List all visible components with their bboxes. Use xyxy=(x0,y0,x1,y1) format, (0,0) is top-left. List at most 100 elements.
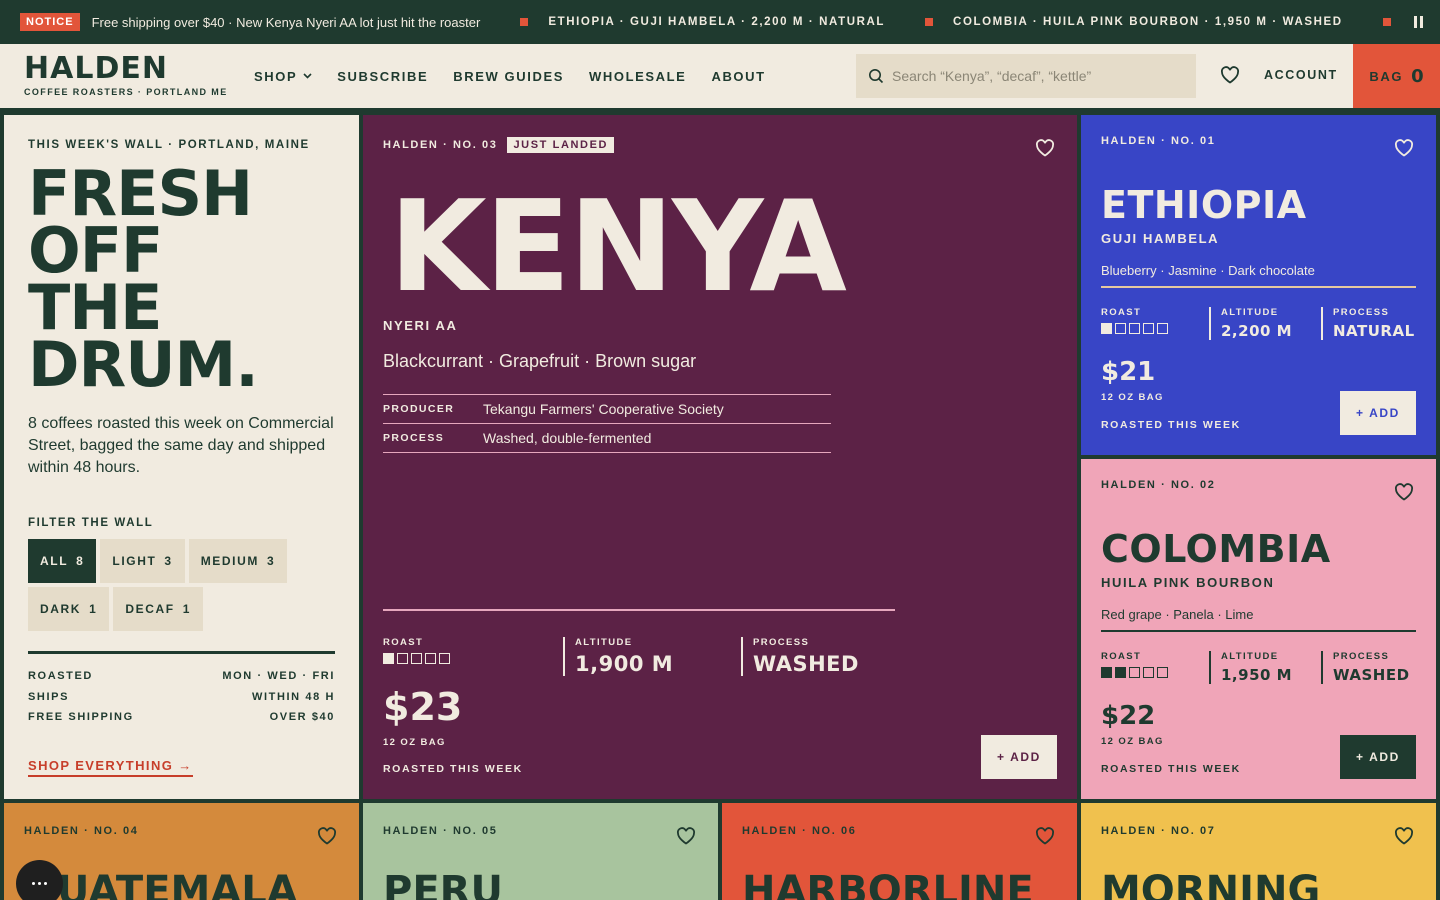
card-label: HALDEN · NO. 01 xyxy=(1101,135,1216,147)
square-bullet-icon xyxy=(520,18,529,26)
roast-meter-box xyxy=(1129,323,1140,334)
product-name: COLOMBIA xyxy=(1101,527,1331,571)
square-bullet-icon xyxy=(1382,18,1391,26)
product-price: $23 xyxy=(383,685,463,729)
card-label: HALDEN · NO. 02 xyxy=(1101,479,1216,491)
hero-panel: THIS WEEK'S WALL · PORTLAND, MAINE FRESH… xyxy=(4,115,359,799)
bag-size: 12 OZ BAG xyxy=(1101,392,1164,403)
product-subtitle: HUILA PINK BOURBON xyxy=(1101,575,1275,590)
card-label: HALDEN · NO. 03 xyxy=(383,139,498,151)
product-name: GUATEMALA xyxy=(24,868,298,900)
filter-chip-dark[interactable]: DARK 1 xyxy=(28,587,110,631)
product-name: ETHIOPIA xyxy=(1101,183,1307,227)
card-label: HALDEN · NO. 06 xyxy=(742,825,857,837)
fact-row: FREE SHIPPING OVER $40 xyxy=(28,711,335,723)
filter-chip-decaf[interactable]: DECAF 1 xyxy=(113,587,203,631)
filter-chip-all[interactable]: ALL 8 xyxy=(28,539,97,583)
filter-chip-medium[interactable]: MEDIUM 3 xyxy=(188,539,288,583)
nav-wholesale[interactable]: WHOLESALE xyxy=(589,69,686,84)
chevron-down-icon xyxy=(303,73,312,79)
filter-chip-light[interactable]: LIGHT 3 xyxy=(100,539,185,583)
roast-meter xyxy=(383,653,541,664)
product-subtitle: GUJI HAMBELA xyxy=(1101,231,1220,246)
product-card-morning[interactable]: HALDEN · NO. 07 MORNING xyxy=(1081,803,1436,900)
roasted-status: ROASTED THIS WEEK xyxy=(1101,763,1241,775)
card-label: HALDEN · NO. 07 xyxy=(1101,825,1216,837)
fact-row: ROASTED MON · WED · FRI xyxy=(28,670,335,682)
add-to-bag-button[interactable]: + ADD xyxy=(1340,391,1416,435)
product-subtitle: NYERI AA xyxy=(383,318,458,333)
heart-icon[interactable] xyxy=(676,827,696,845)
spec-row: ROAST ALTITUDE 2,200 M PROCESS NATURAL xyxy=(1101,307,1436,340)
add-to-bag-button[interactable]: + ADD xyxy=(981,735,1057,779)
roast-meter-box xyxy=(439,653,450,664)
roast-meter-box xyxy=(1129,667,1140,678)
product-card-peru[interactable]: HALDEN · NO. 05 PERU xyxy=(363,803,718,900)
heart-icon[interactable] xyxy=(317,827,337,845)
fact-row: SHIPS WITHIN 48 H xyxy=(28,690,335,703)
product-name: PERU xyxy=(383,868,503,900)
roast-meter-box xyxy=(1143,667,1154,678)
detail-row: PROCESS Washed, double-fermented xyxy=(383,424,831,453)
tasting-notes: Blueberry · Jasmine · Dark chocolate xyxy=(1101,263,1315,278)
bag-size: 12 OZ BAG xyxy=(1101,736,1164,747)
ticker-item: ETHIOPIA · GUJI HAMBELA · 2,200 M · NATU… xyxy=(480,16,885,28)
add-to-bag-button[interactable]: + ADD xyxy=(1340,735,1416,779)
product-card-harborline[interactable]: HALDEN · NO. 06 HARBORLINE xyxy=(722,803,1077,900)
roast-meter-box xyxy=(1101,323,1112,334)
hero-eyebrow: THIS WEEK'S WALL · PORTLAND, MAINE xyxy=(28,139,310,151)
roast-meter-box xyxy=(397,653,408,664)
product-card-colombia[interactable]: HALDEN · NO. 02 COLOMBIA HUILA PINK BOUR… xyxy=(1081,459,1436,799)
roast-meter-box xyxy=(1101,667,1112,678)
nav-brew-guides[interactable]: BREW GUIDES xyxy=(453,69,564,84)
heart-icon[interactable] xyxy=(1394,139,1414,157)
bag-size: 12 OZ BAG xyxy=(383,737,446,748)
roast-meter-box xyxy=(1143,323,1154,334)
announcement-ticker: NOTICE Free shipping over $40 · New Keny… xyxy=(0,0,1440,44)
roast-meter-box xyxy=(425,653,436,664)
product-details: PRODUCER Tekangu Farmers' Cooperative Soc… xyxy=(383,394,831,453)
roast-meter xyxy=(1101,323,1187,334)
square-bullet-icon xyxy=(925,18,934,26)
tasting-notes: Red grape · Panela · Lime xyxy=(1101,607,1254,622)
just-landed-badge: JUST LANDED xyxy=(507,137,615,153)
search-input[interactable] xyxy=(892,68,1172,84)
main-nav: HALDEN COFFEE ROASTERS · PORTLAND ME SHO… xyxy=(0,44,1440,108)
search-icon xyxy=(869,69,884,84)
card-label: HALDEN · NO. 05 xyxy=(383,825,498,837)
divider xyxy=(383,609,895,611)
shipping-facts: ROASTED MON · WED · FRI SHIPS WITHIN 48 H … xyxy=(28,651,335,728)
card-label: HALDEN · NO. 04 xyxy=(24,825,139,837)
product-card-kenya[interactable]: HALDEN · NO. 03 JUST LANDED KENYA NYERI A… xyxy=(363,115,1077,799)
nav-shop[interactable]: SHOP xyxy=(254,69,312,84)
logo[interactable]: HALDEN COFFEE ROASTERS · PORTLAND ME xyxy=(24,54,234,98)
bag-button[interactable]: BAG 0 xyxy=(1353,44,1440,108)
heart-icon[interactable] xyxy=(1035,827,1055,845)
product-name: KENYA xyxy=(389,173,847,320)
heart-icon[interactable] xyxy=(1394,827,1414,845)
product-card-ethiopia[interactable]: HALDEN · NO. 01 ETHIOPIA GUJI HAMBELA Bl… xyxy=(1081,115,1436,455)
chat-launcher-button[interactable] xyxy=(16,860,63,900)
account-link[interactable]: ACCOUNT xyxy=(1264,68,1338,82)
heart-icon[interactable] xyxy=(1035,139,1055,157)
product-price: $22 xyxy=(1101,701,1156,731)
spec-row: ROAST ALTITUDE 1,950 M PROCESS WASHED xyxy=(1101,651,1432,684)
nav-subscribe[interactable]: SUBSCRIBE xyxy=(337,69,428,84)
roasted-status: ROASTED THIS WEEK xyxy=(383,763,523,775)
divider xyxy=(1101,286,1416,288)
product-name: HARBORLINE xyxy=(742,868,1034,900)
spec-row: ROAST ALTITUDE 1,900 M PROCESS WASHED xyxy=(383,637,881,676)
wishlist-heart-icon[interactable] xyxy=(1220,66,1240,84)
ticker-message: Free shipping over $40 · New Kenya Nyeri… xyxy=(91,14,481,30)
nav-menu: SHOP SUBSCRIBE BREW GUIDES WHOLESALE ABO… xyxy=(254,69,766,84)
roasted-status: ROASTED THIS WEEK xyxy=(1101,419,1241,431)
nav-about[interactable]: ABOUT xyxy=(711,69,765,84)
ticker-pause-button[interactable] xyxy=(1396,0,1440,44)
heart-icon[interactable] xyxy=(1394,483,1414,501)
search-box[interactable] xyxy=(856,54,1196,98)
roast-meter xyxy=(1101,667,1187,678)
filter-title: FILTER THE WALL xyxy=(28,517,154,529)
shop-everything-link[interactable]: SHOP EVERYTHING → xyxy=(28,758,193,777)
chat-icon xyxy=(32,882,35,885)
roast-meter-box xyxy=(383,653,394,664)
